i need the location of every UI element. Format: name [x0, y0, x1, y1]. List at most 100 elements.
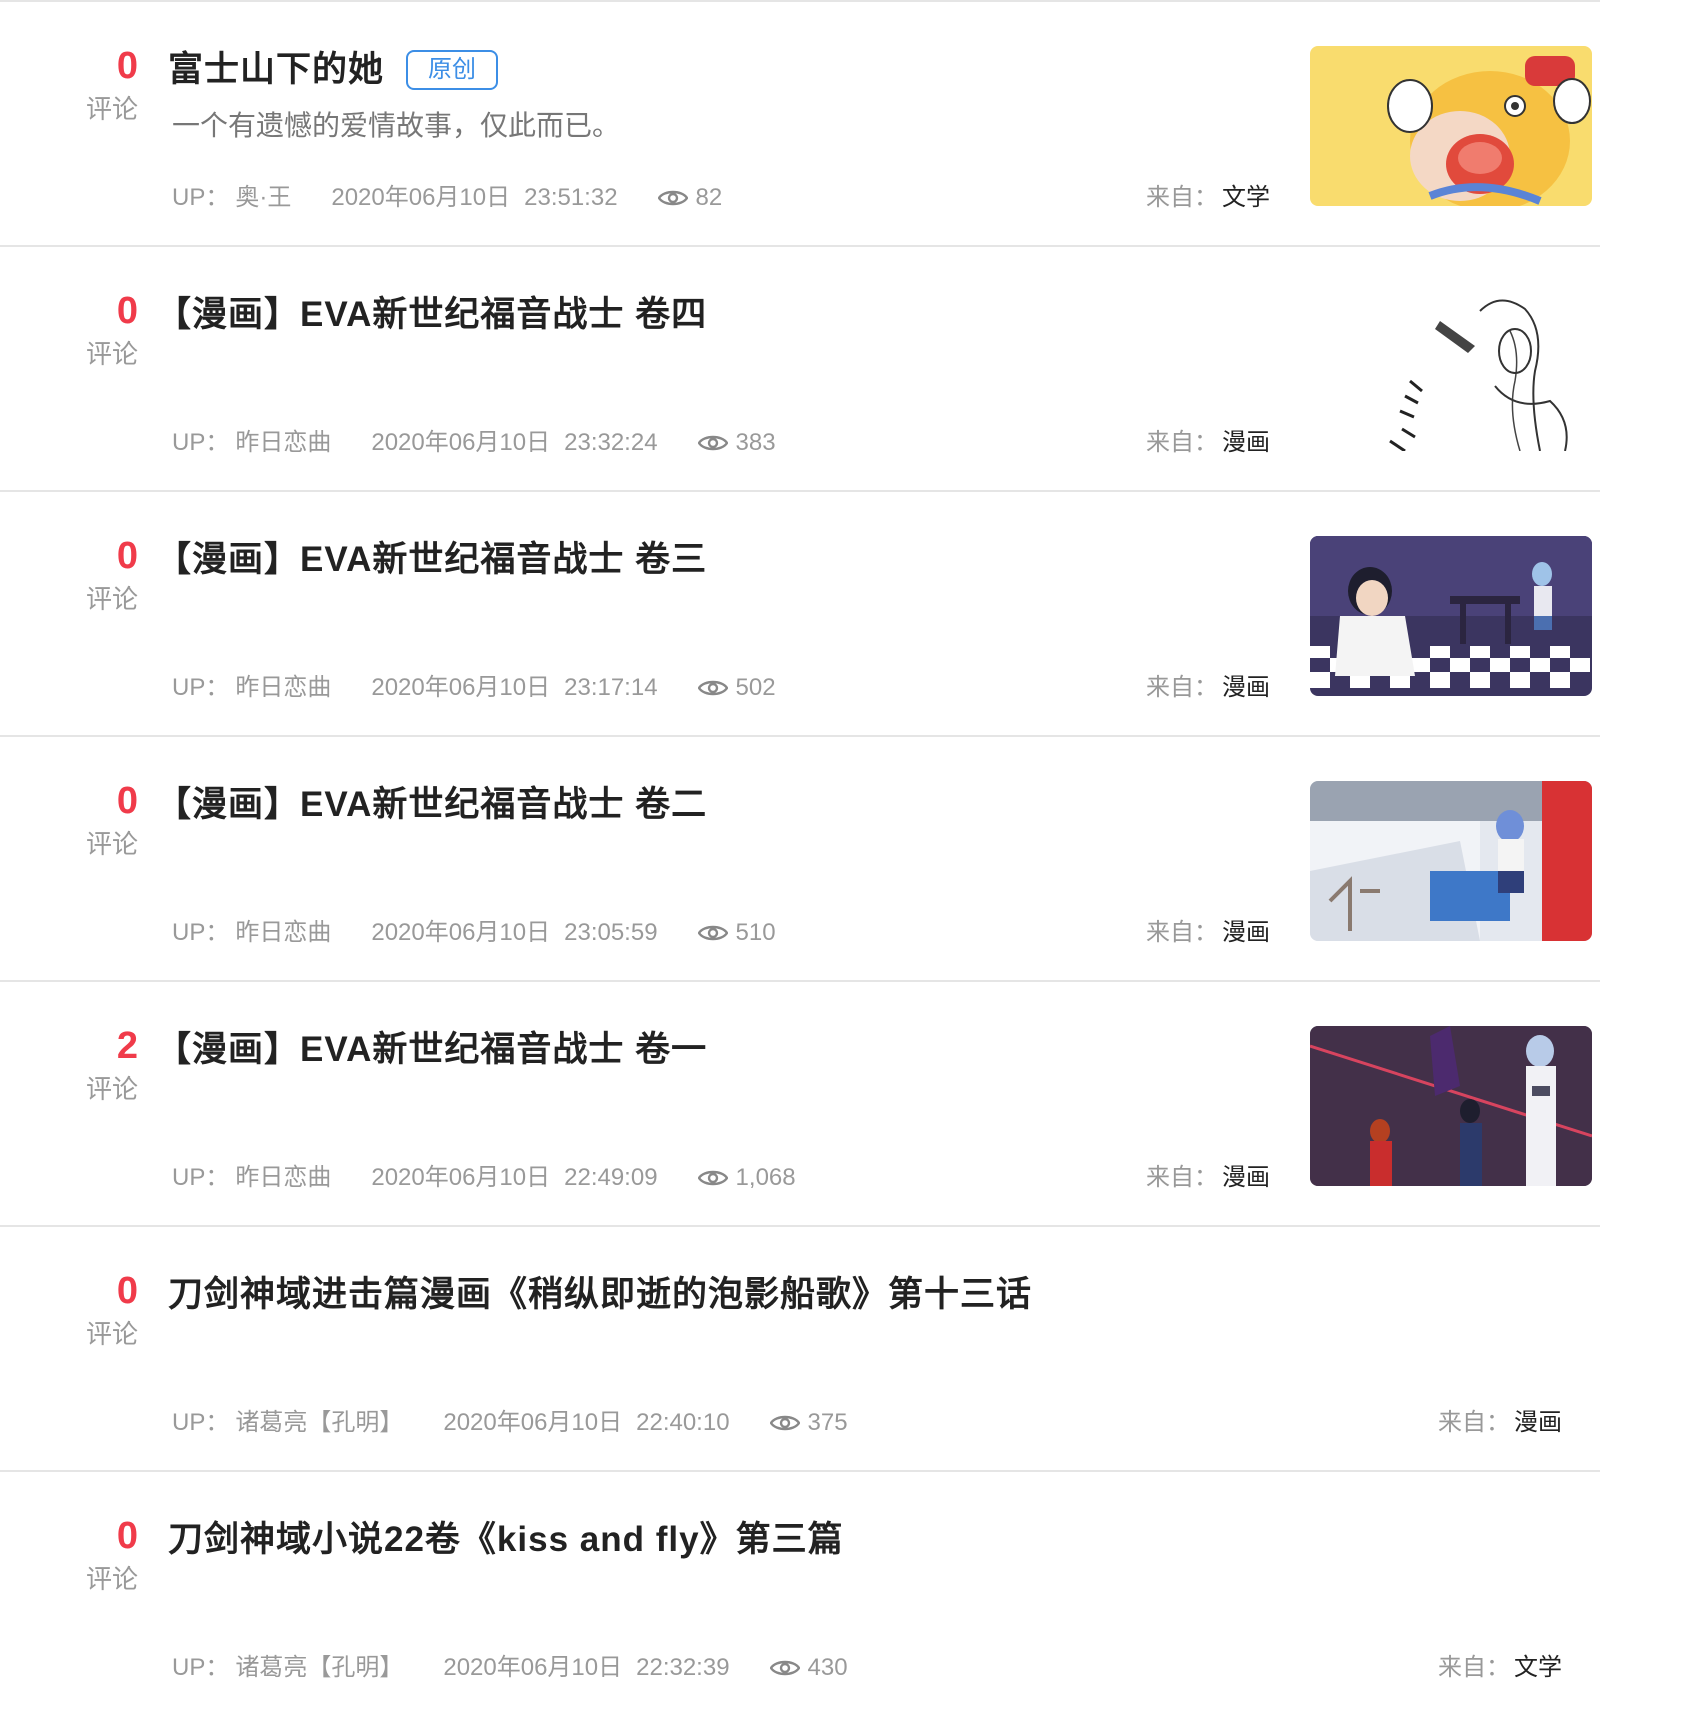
eye-icon — [769, 1415, 800, 1431]
eye-icon — [697, 1170, 728, 1186]
article-item[interactable]: 0 评论 【漫画】EVA新世纪福音战士 卷四 UP： 昨日恋曲 2020年06月… — [0, 247, 1600, 492]
source-label: 来自： — [1146, 919, 1218, 946]
source-label: 来自： — [1146, 184, 1218, 211]
eye-icon — [657, 190, 688, 206]
article-source: 来自： 漫画 — [1146, 1162, 1270, 1194]
uploader-name[interactable]: 诸葛亮【孔明】 — [235, 1407, 403, 1439]
article-item[interactable]: 0 评论 刀剑神域小说22卷《kiss and fly》第三篇 UP： 诸葛亮【… — [0, 1472, 1600, 1732]
uploader-label: UP： — [172, 674, 230, 701]
article-thumbnail[interactable] — [1310, 536, 1592, 696]
article-title[interactable]: 刀剑神域进击篇漫画《稍纵即逝的泡影船歌》第十三话 — [168, 1273, 1032, 1317]
comment-count: 0 — [116, 290, 138, 332]
article-title[interactable]: 刀剑神域小说22卷《kiss and fly》第三篇 — [168, 1518, 844, 1562]
article-source: 来自： 文学 — [1438, 1652, 1562, 1684]
eye-icon — [697, 680, 728, 696]
article-title[interactable]: 【漫画】EVA新世纪福音战士 卷一 — [156, 1028, 707, 1072]
source-label: 来自： — [1438, 1654, 1510, 1681]
article-meta: UP： 昨日恋曲 2020年06月10日 23:32:24 383 — [172, 427, 776, 459]
source-label: 来自： — [1146, 1164, 1218, 1191]
article-meta: UP： 奥·王 2020年06月10日 23:51:32 82 — [172, 182, 722, 214]
article-source: 来自： 漫画 — [1438, 1407, 1562, 1439]
article-item[interactable]: 2 评论 【漫画】EVA新世纪福音战士 卷一 UP： 昨日恋曲 2020年06月… — [0, 982, 1600, 1227]
view-count: 430 — [769, 1652, 848, 1684]
publish-date: 2020年06月10日 — [371, 429, 551, 456]
comment-label: 评论 — [85, 1319, 138, 1349]
article-thumbnail[interactable] — [1310, 46, 1592, 206]
uploader-label: UP： — [172, 1164, 230, 1191]
article-title[interactable]: 富士山下的她 — [168, 48, 384, 92]
publish-time: 22:32:39 — [636, 1654, 730, 1681]
article-thumbnail[interactable] — [1310, 1026, 1592, 1186]
view-count: 375 — [769, 1407, 848, 1439]
comment-count: 0 — [116, 535, 138, 577]
source-label: 来自： — [1146, 429, 1218, 456]
source-category[interactable]: 漫画 — [1222, 427, 1270, 459]
publish-time: 23:17:14 — [564, 674, 658, 701]
comment-label: 评论 — [85, 339, 138, 369]
comment-count: 0 — [116, 780, 138, 822]
view-count-value: 502 — [735, 674, 776, 701]
view-count-value: 375 — [807, 1409, 848, 1436]
publish-time: 23:32:24 — [564, 429, 658, 456]
comment-count: 2 — [116, 1025, 138, 1067]
uploader-name[interactable]: 昨日恋曲 — [235, 672, 331, 704]
source-category[interactable]: 漫画 — [1222, 917, 1270, 949]
publish-date: 2020年06月10日 — [443, 1409, 623, 1436]
uploader-name[interactable]: 昨日恋曲 — [235, 917, 331, 949]
article-list: 0 评论 富士山下的她 原创 一个有遗憾的爱情故事，仅此而已。 UP： 奥·王 … — [0, 0, 1600, 1732]
publish-date: 2020年06月10日 — [443, 1654, 623, 1681]
comment-label: 评论 — [85, 1564, 138, 1594]
publish-time: 22:40:10 — [636, 1409, 730, 1436]
article-item[interactable]: 0 评论 【漫画】EVA新世纪福音战士 卷三 UP： 昨日恋曲 2020年06月… — [0, 492, 1600, 737]
article-thumbnail[interactable] — [1310, 291, 1592, 451]
source-category[interactable]: 漫画 — [1222, 672, 1270, 704]
source-category[interactable]: 漫画 — [1514, 1407, 1562, 1439]
view-count-value: 383 — [735, 429, 776, 456]
article-meta: UP： 诸葛亮【孔明】 2020年06月10日 22:32:39 430 — [172, 1652, 848, 1684]
view-count-value: 82 — [695, 184, 723, 211]
comment-count: 0 — [116, 1515, 138, 1557]
uploader-name[interactable]: 诸葛亮【孔明】 — [235, 1652, 403, 1684]
view-count: 502 — [697, 672, 776, 704]
source-label: 来自： — [1146, 674, 1218, 701]
view-count-value: 1,068 — [735, 1164, 796, 1191]
eye-icon — [697, 435, 728, 451]
view-count: 1,068 — [697, 1162, 796, 1194]
publish-date: 2020年06月10日 — [371, 919, 551, 946]
article-source: 来自： 漫画 — [1146, 917, 1270, 949]
comment-count: 0 — [116, 45, 138, 87]
publish-date: 2020年06月10日 — [371, 1164, 551, 1191]
article-source: 来自： 漫画 — [1146, 427, 1270, 459]
article-source: 来自： 漫画 — [1146, 672, 1270, 704]
article-thumbnail[interactable] — [1310, 781, 1592, 941]
uploader-label: UP： — [172, 1654, 230, 1681]
article-title[interactable]: 【漫画】EVA新世纪福音战士 卷四 — [156, 293, 707, 337]
uploader-name[interactable]: 昨日恋曲 — [235, 427, 331, 459]
article-title[interactable]: 【漫画】EVA新世纪福音战士 卷二 — [156, 783, 707, 827]
uploader-label: UP： — [172, 919, 230, 946]
source-category[interactable]: 文学 — [1514, 1652, 1562, 1684]
uploader-label: UP： — [172, 1409, 230, 1436]
uploader-label: UP： — [172, 429, 230, 456]
article-item[interactable]: 0 评论 刀剑神域进击篇漫画《稍纵即逝的泡影船歌》第十三话 UP： 诸葛亮【孔明… — [0, 1227, 1600, 1472]
source-label: 来自： — [1438, 1409, 1510, 1436]
publish-time: 22:49:09 — [564, 1164, 658, 1191]
article-title[interactable]: 【漫画】EVA新世纪福音战士 卷三 — [156, 538, 707, 582]
eye-icon — [697, 925, 728, 941]
source-category[interactable]: 文学 — [1222, 182, 1270, 214]
publish-time: 23:05:59 — [564, 919, 658, 946]
view-count: 383 — [697, 427, 776, 459]
article-item[interactable]: 0 评论 富士山下的她 原创 一个有遗憾的爱情故事，仅此而已。 UP： 奥·王 … — [0, 2, 1600, 247]
publish-date: 2020年06月10日 — [331, 184, 511, 211]
comment-count: 0 — [116, 1270, 138, 1312]
article-meta: UP： 昨日恋曲 2020年06月10日 23:05:59 510 — [172, 917, 776, 949]
publish-time: 23:51:32 — [524, 184, 618, 211]
uploader-name[interactable]: 昨日恋曲 — [235, 1162, 331, 1194]
original-badge: 原创 — [406, 50, 499, 90]
comment-label: 评论 — [85, 94, 138, 124]
uploader-name[interactable]: 奥·王 — [235, 182, 291, 214]
article-description: 一个有遗憾的爱情故事，仅此而已。 — [172, 110, 621, 141]
article-item[interactable]: 0 评论 【漫画】EVA新世纪福音战士 卷二 UP： 昨日恋曲 2020年06月… — [0, 737, 1600, 982]
article-source: 来自： 文学 — [1146, 182, 1270, 214]
source-category[interactable]: 漫画 — [1222, 1162, 1270, 1194]
